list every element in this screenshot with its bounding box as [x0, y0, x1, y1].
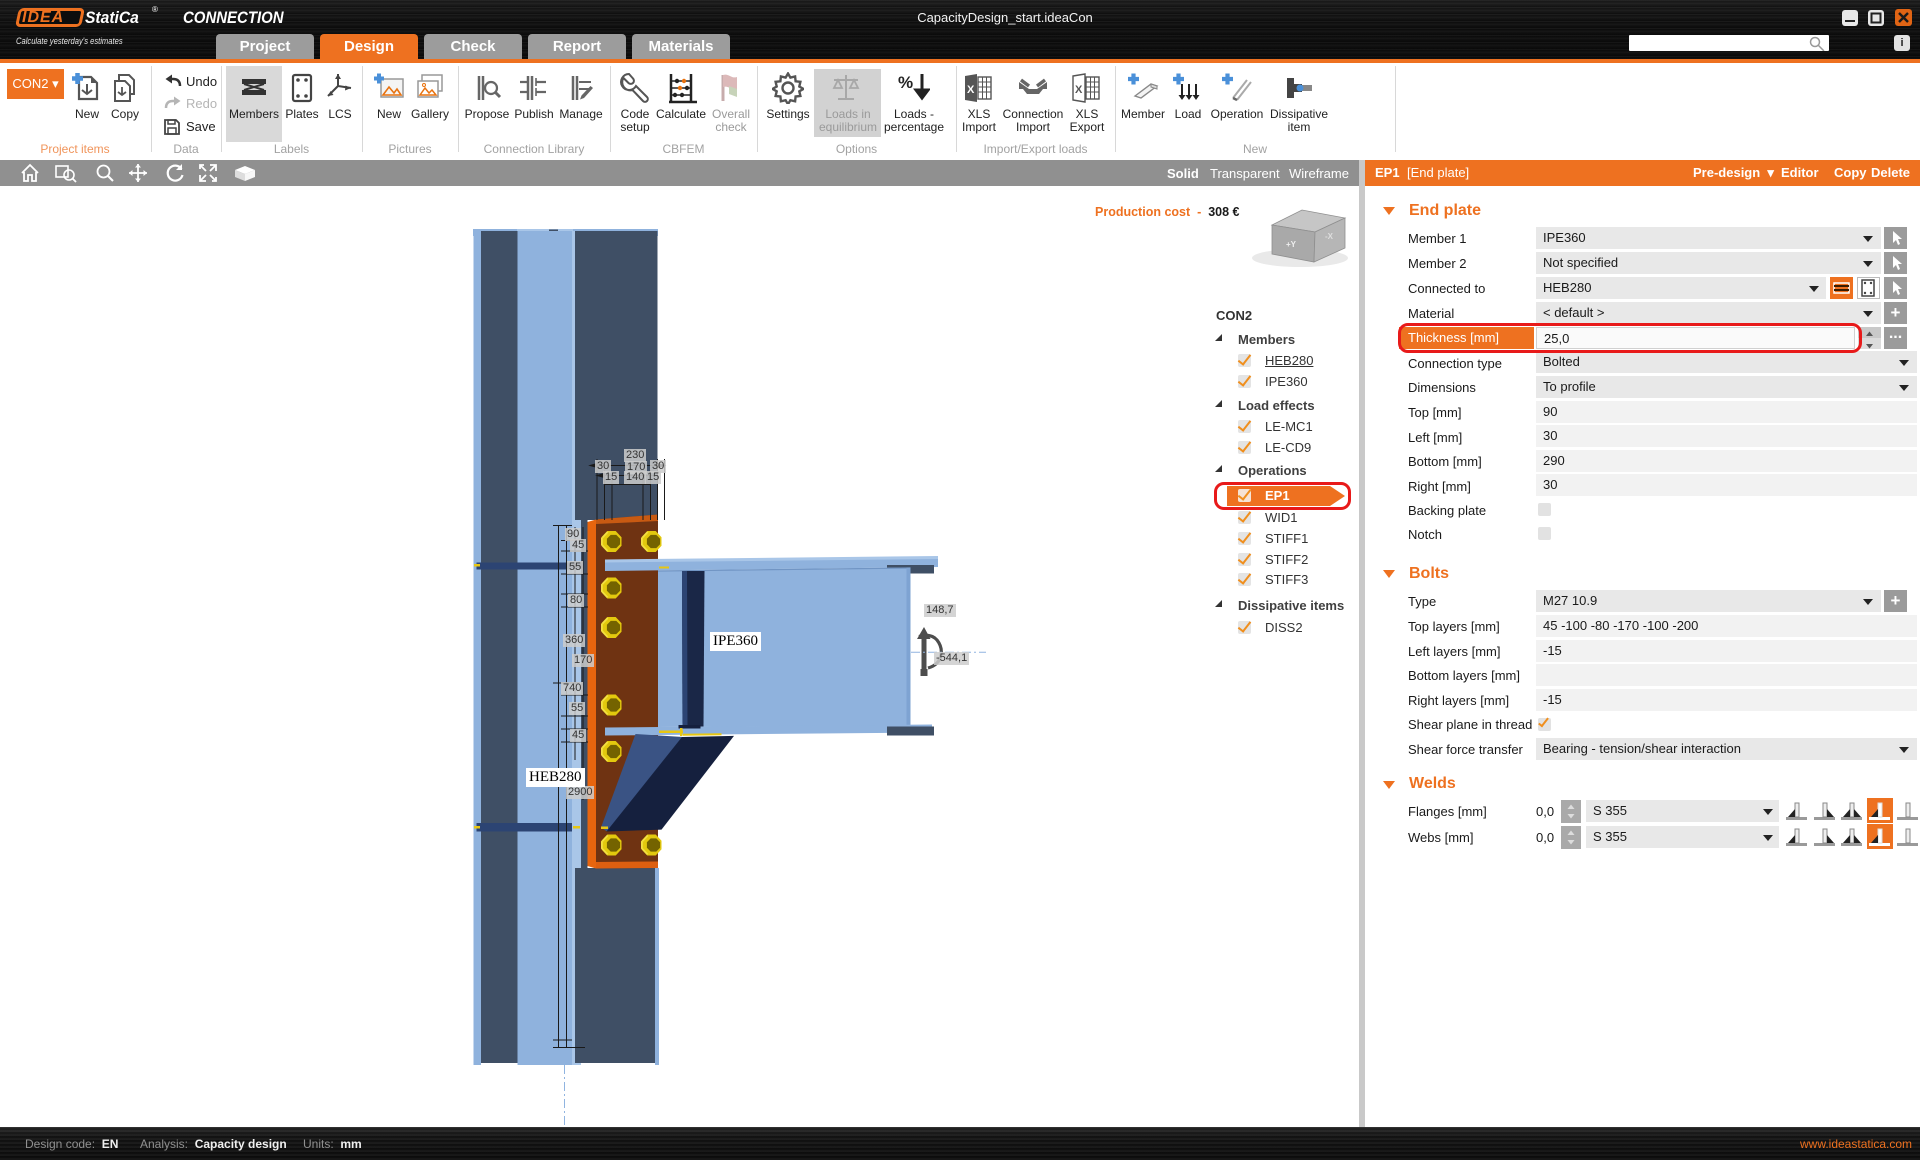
svg-text:X: X — [1075, 84, 1083, 96]
svg-text:-X: -X — [1325, 232, 1334, 241]
svg-text:X: X — [967, 84, 975, 96]
svg-text:+Y: +Y — [1286, 240, 1297, 249]
svg-text:%: % — [898, 73, 913, 92]
